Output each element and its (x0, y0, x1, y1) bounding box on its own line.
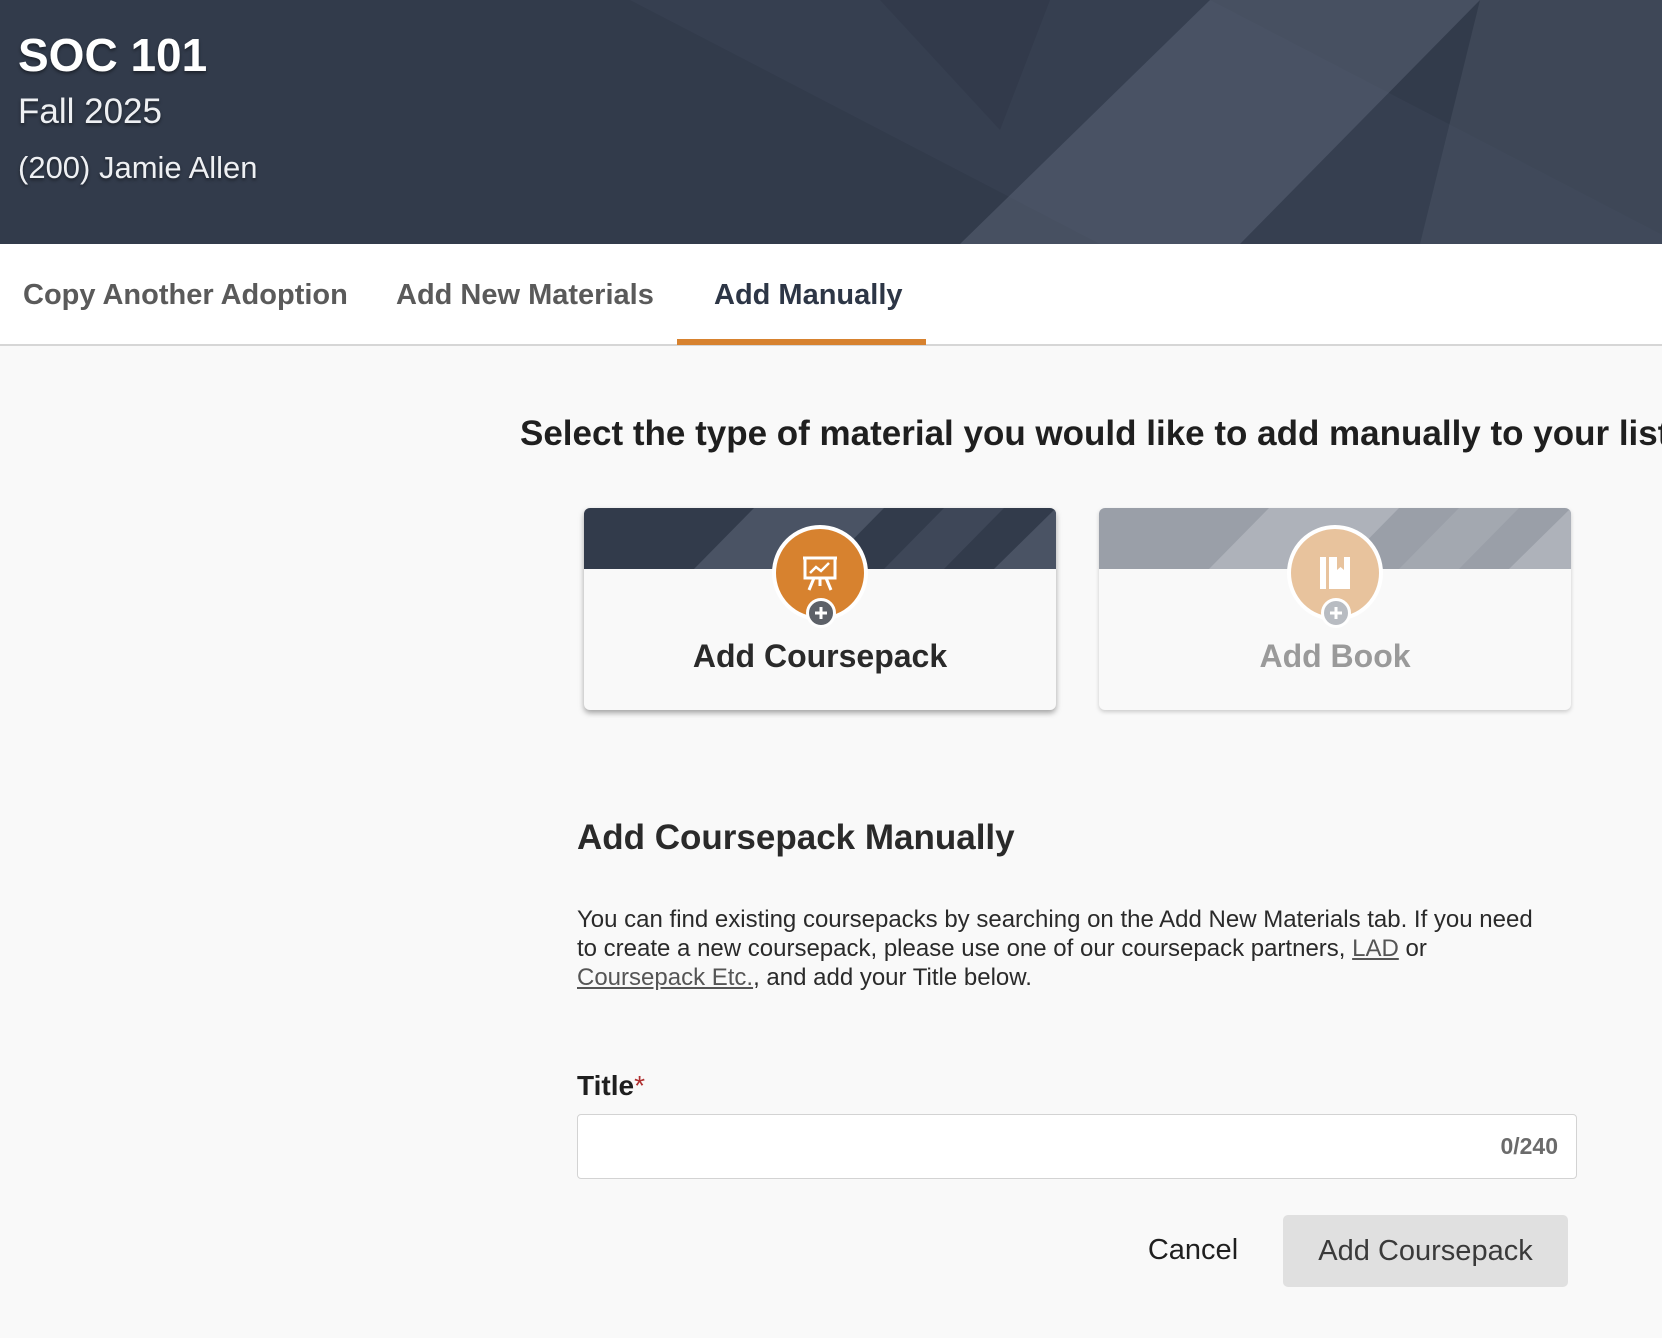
section-title: Add Coursepack Manually (577, 818, 1015, 857)
required-marker: * (634, 1070, 645, 1101)
plus-icon (1321, 598, 1351, 628)
add-coursepack-card-label: Add Coursepack (692, 638, 948, 674)
tab-bar: Copy Another Adoption Add New Materials … (0, 244, 1662, 346)
add-book-card-label: Add Book (1259, 638, 1411, 674)
course-header: SOC 101 Fall 2025 (200) Jamie Allen (0, 0, 1662, 244)
tab-copy-another-adoption[interactable]: Copy Another Adoption (23, 244, 348, 346)
course-instructor: (200) Jamie Allen (18, 150, 258, 185)
section-description: You can find existing coursepacks by sea… (577, 905, 1537, 992)
title-input[interactable] (578, 1115, 1576, 1178)
cancel-button[interactable]: Cancel (1130, 1214, 1256, 1286)
add-coursepack-button[interactable]: Add Coursepack (1283, 1215, 1568, 1287)
add-book-card[interactable]: Add Book (1099, 508, 1571, 710)
lad-link[interactable]: LAD (1352, 935, 1399, 962)
description-text: , and add your Title below. (753, 964, 1032, 991)
title-field: 0/240 (577, 1114, 1577, 1179)
description-text: or (1398, 935, 1427, 962)
course-code: SOC 101 (18, 29, 208, 81)
add-coursepack-card[interactable]: Add Coursepack (584, 508, 1056, 710)
character-counter: 0/240 (1500, 1133, 1558, 1159)
coursepack-etc-link[interactable]: Coursepack Etc. (577, 964, 753, 991)
tab-add-manually[interactable]: Add Manually (714, 244, 903, 346)
plus-icon (806, 598, 836, 628)
header-background-pattern (630, 0, 1662, 244)
tab-add-new-materials[interactable]: Add New Materials (396, 244, 654, 346)
title-field-label: Title* (577, 1070, 645, 1102)
course-term: Fall 2025 (18, 92, 162, 131)
material-type-prompt: Select the type of material you would li… (520, 414, 1662, 453)
title-label-text: Title (577, 1070, 635, 1101)
active-tab-indicator (677, 339, 926, 345)
